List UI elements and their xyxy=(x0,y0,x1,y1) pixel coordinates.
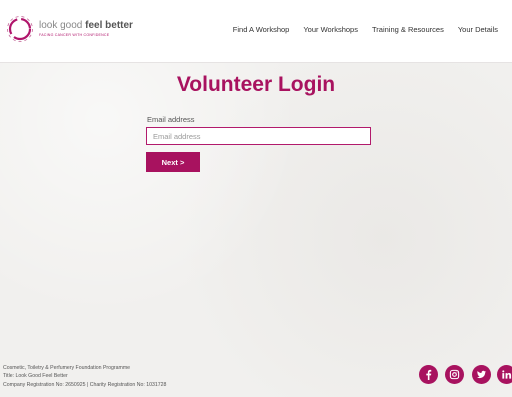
footer-line-title: Title: Look Good Feel Better xyxy=(3,373,68,380)
footer-info: Cosmetic, Toiletry & Perfumery Foundatio… xyxy=(3,364,166,389)
main-nav: Find A Workshop Your Workshops Training … xyxy=(233,25,498,34)
nav-your-workshops[interactable]: Your Workshops xyxy=(303,25,358,34)
logo-circle-icon xyxy=(7,16,33,42)
instagram-icon[interactable] xyxy=(445,365,464,384)
facebook-icon[interactable] xyxy=(419,365,438,384)
linkedin-icon[interactable] xyxy=(497,365,512,384)
nav-training-resources[interactable]: Training & Resources xyxy=(372,25,444,34)
email-label: Email address xyxy=(147,115,195,124)
nav-find-a-workshop[interactable]: Find A Workshop xyxy=(233,25,290,34)
logo-wordmark: look good feel better xyxy=(39,19,133,31)
site-header: look good feel better FACING CANCER WITH… xyxy=(0,0,512,63)
site-logo[interactable]: look good feel better FACING CANCER WITH… xyxy=(6,15,133,43)
twitter-icon[interactable] xyxy=(472,365,491,384)
footer-line-foundation: Cosmetic, Toiletry & Perfumery Foundatio… xyxy=(3,365,131,371)
logo-tagline: FACING CANCER WITH CONFIDENCE xyxy=(39,32,110,37)
nav-your-details[interactable]: Your Details xyxy=(458,25,498,34)
footer-line-registration: Company Registration No: 2650925 | Chari… xyxy=(3,381,167,388)
next-button[interactable]: Next > xyxy=(146,152,200,172)
email-input[interactable] xyxy=(146,127,371,145)
page-title: Volunteer Login xyxy=(176,73,336,96)
